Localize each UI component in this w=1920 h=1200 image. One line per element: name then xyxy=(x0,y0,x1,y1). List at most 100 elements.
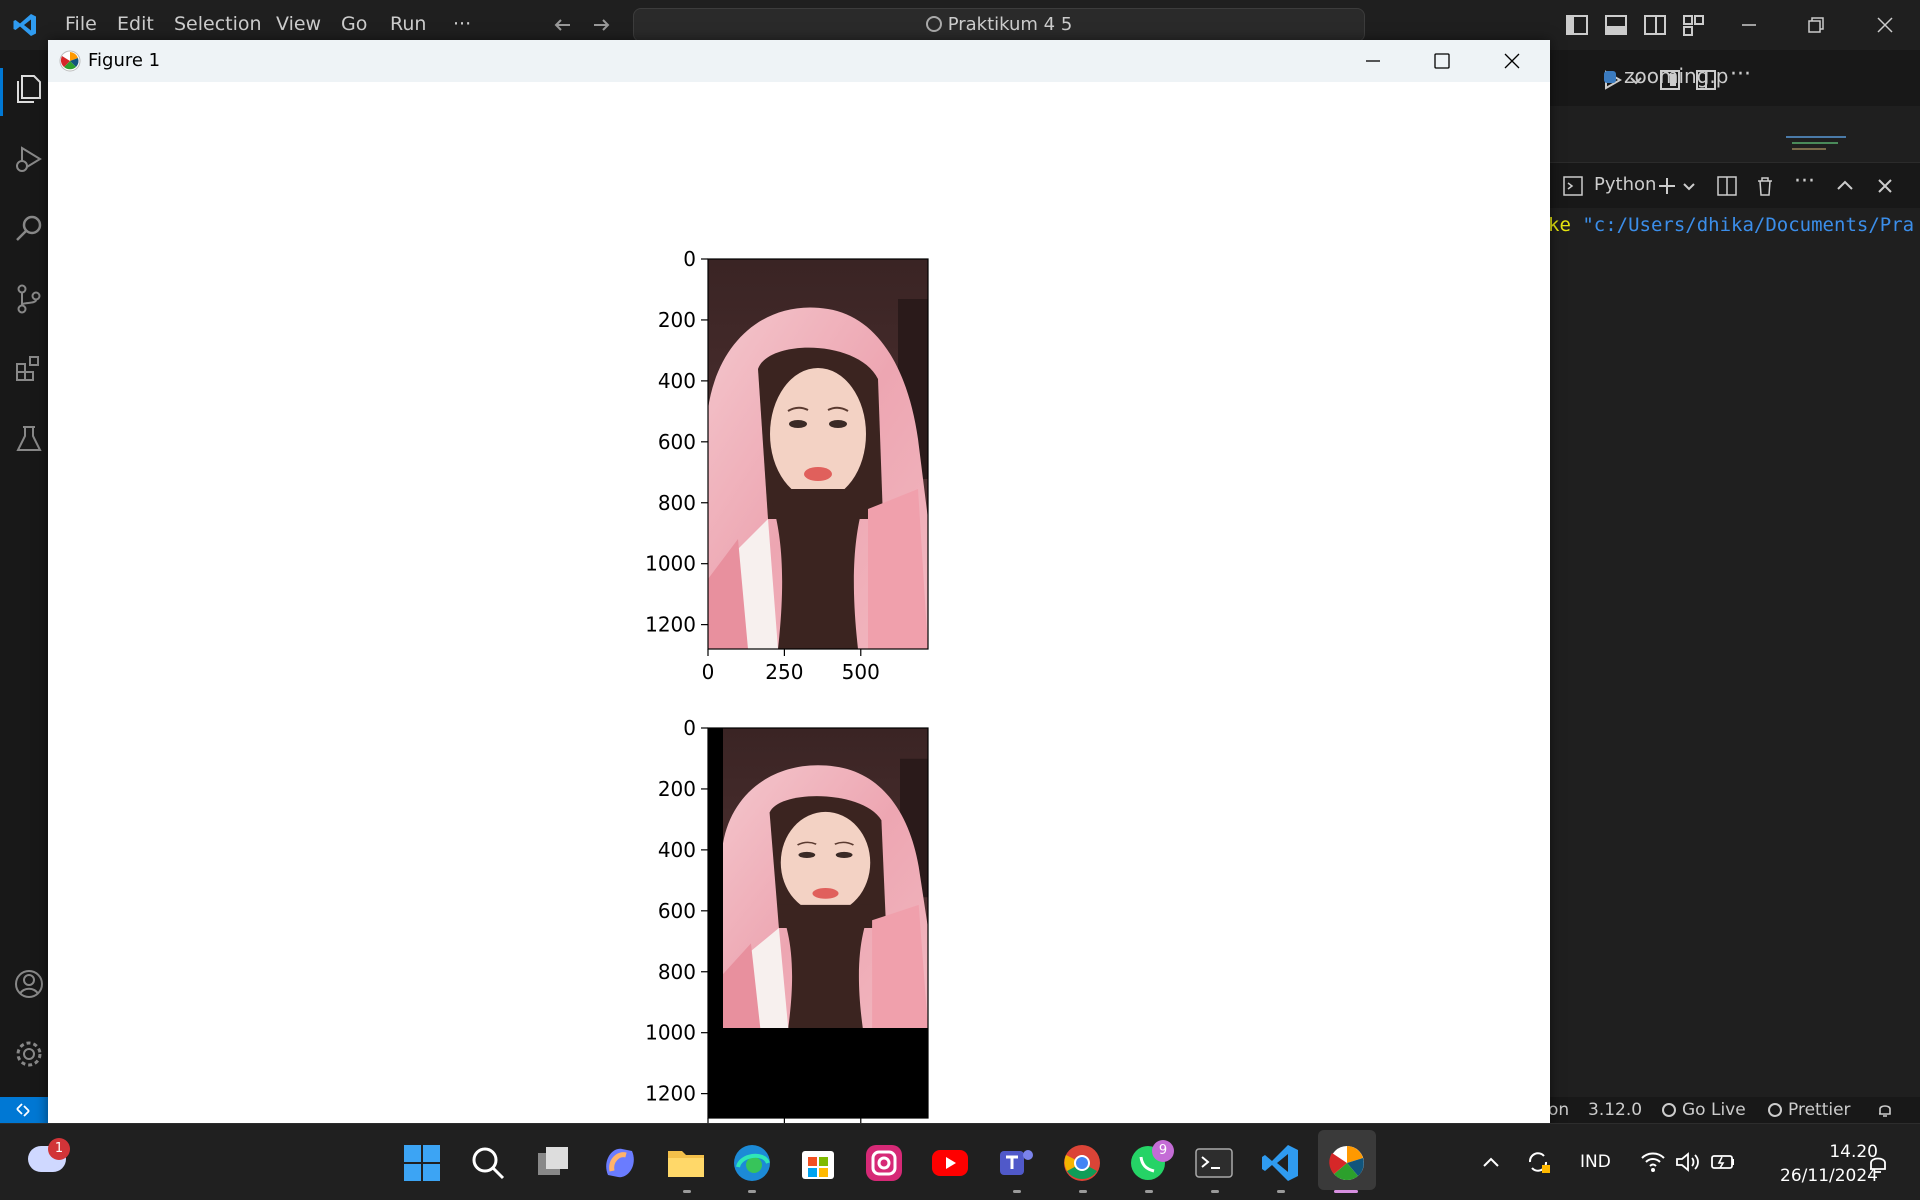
notification-center-bell-icon[interactable] xyxy=(1866,1152,1890,1176)
input-language[interactable]: IND xyxy=(1580,1152,1611,1172)
clock-time[interactable]: 14.20 xyxy=(1760,1142,1878,1162)
y-tick-label: 1200 xyxy=(645,1082,696,1106)
figure-close-icon[interactable] xyxy=(1501,50,1523,72)
teams-icon[interactable] xyxy=(994,1141,1038,1185)
notifications-bell-icon[interactable] xyxy=(1876,1101,1894,1119)
subplot-zoomed: 020040060080010001200 0250500 xyxy=(645,716,929,1130)
toggle-primary-sidebar-icon[interactable] xyxy=(1564,12,1590,38)
tab-zooming-py[interactable]: zooming.p xyxy=(1604,64,1728,88)
menu-run[interactable]: Run xyxy=(390,13,426,35)
terminal-dropdown-icon[interactable] xyxy=(1682,179,1696,193)
y-tick-label: 0 xyxy=(683,247,696,271)
terminal-more-icon[interactable]: ··· xyxy=(1794,169,1815,194)
source-control-icon[interactable] xyxy=(12,282,46,316)
minimap-line xyxy=(1792,148,1826,150)
chrome-icon[interactable] xyxy=(1060,1141,1104,1185)
run-debug-icon[interactable] xyxy=(12,142,46,176)
status-language-fragment[interactable]: on xyxy=(1548,1100,1569,1120)
search-icon xyxy=(925,16,942,32)
taskbar-search-icon[interactable] xyxy=(466,1141,510,1185)
menu-more[interactable]: ··· xyxy=(453,13,471,35)
subplot-original: 0 200 400 600 800 1000 1200 0 250 500 xyxy=(645,247,929,684)
y-tick-label: 800 xyxy=(658,491,696,515)
windows-start-icon[interactable] xyxy=(400,1141,444,1185)
figure-titlebar: Figure 1 xyxy=(48,40,1550,82)
figure-window: Figure 1 0 200 400 600 800 1000 1200 0 2… xyxy=(48,40,1550,1130)
figure-canvas: 0 200 400 600 800 1000 1200 0 250 500 0 200 400 600… xyxy=(645,247,929,1130)
manage-gear-icon[interactable] xyxy=(12,1037,46,1071)
task-view-icon[interactable] xyxy=(532,1141,576,1185)
minimap-line xyxy=(1792,142,1838,144)
testing-flask-icon[interactable] xyxy=(12,422,46,456)
remote-icon xyxy=(16,1103,30,1117)
toggle-secondary-sidebar-icon[interactable] xyxy=(1642,12,1668,38)
figure-maximize-icon[interactable] xyxy=(1431,50,1453,72)
terminal-path: "c:/Users/dhika/Documents/Pra xyxy=(1582,214,1915,236)
status-prettier[interactable]: Prettier xyxy=(1768,1100,1851,1120)
new-terminal-plus-icon[interactable] xyxy=(1656,175,1678,197)
command-center-search[interactable]: Praktikum 4 5 xyxy=(633,8,1365,42)
menu-edit[interactable]: Edit xyxy=(117,13,154,35)
window-restore-icon[interactable] xyxy=(1803,12,1829,38)
edge-browser-icon[interactable] xyxy=(730,1141,774,1185)
python-figure-app-icon[interactable] xyxy=(1325,1141,1369,1185)
remote-indicator-button[interactable] xyxy=(0,1097,48,1123)
figure-minimize-icon[interactable] xyxy=(1362,50,1384,72)
vscode-app-icon[interactable] xyxy=(1258,1141,1302,1185)
toggle-panel-icon[interactable] xyxy=(1603,12,1629,38)
y-tick-label: 0 xyxy=(683,716,696,740)
sync-icon[interactable] xyxy=(1524,1148,1552,1176)
menu-selection[interactable]: Selection xyxy=(174,13,262,35)
search-view-icon[interactable] xyxy=(12,212,46,246)
terminal-name[interactable]: Python xyxy=(1594,174,1656,195)
copilot-icon[interactable] xyxy=(598,1141,642,1185)
show-hidden-icons-chevron-icon[interactable] xyxy=(1480,1152,1502,1174)
status-go-live[interactable]: Go Live xyxy=(1662,1100,1746,1120)
forward-arrow-icon[interactable] xyxy=(588,12,614,38)
clock-date[interactable]: 26/11/2024 xyxy=(1760,1166,1878,1186)
broadcast-icon xyxy=(1662,1103,1676,1117)
youtube-icon[interactable] xyxy=(928,1141,972,1185)
file-explorer-icon[interactable] xyxy=(664,1141,708,1185)
status-python-version[interactable]: 3.12.0 xyxy=(1588,1100,1642,1120)
active-indicator xyxy=(1334,1190,1358,1193)
explorer-icon[interactable] xyxy=(12,72,46,106)
y-tick-label: 1200 xyxy=(645,613,696,637)
y-tick-label: 200 xyxy=(658,308,696,332)
back-arrow-icon[interactable] xyxy=(550,12,576,38)
maximize-panel-icon[interactable] xyxy=(1834,175,1856,197)
y-tick-label: 1000 xyxy=(645,1021,696,1045)
y-tick-group: 0 200 400 600 800 1000 1200 xyxy=(645,247,708,637)
window-minimize-icon[interactable] xyxy=(1736,12,1762,38)
menu-view[interactable]: View xyxy=(276,13,321,35)
tab-file-label: zooming.p xyxy=(1624,64,1729,88)
x-tick-label: 500 xyxy=(842,660,880,684)
battery-charging-icon[interactable] xyxy=(1710,1150,1736,1174)
running-indicator xyxy=(1079,1190,1087,1193)
window-close-icon[interactable] xyxy=(1872,12,1898,38)
terminal-output: ke "c:/Users/dhika/Documents/Pra xyxy=(1548,214,1914,236)
windows-taskbar: 1 9 IND 14.20 26/11/2024 xyxy=(0,1123,1920,1200)
editor-more-actions-icon[interactable]: ··· xyxy=(1730,62,1751,87)
terminal-app-icon[interactable] xyxy=(1192,1141,1236,1185)
zoomed-image xyxy=(723,728,928,1028)
accounts-icon[interactable] xyxy=(12,967,46,1001)
volume-icon[interactable] xyxy=(1674,1150,1700,1174)
y-tick-label: 600 xyxy=(658,899,696,923)
whatsapp-badge: 9 xyxy=(1152,1140,1174,1162)
wifi-icon[interactable] xyxy=(1640,1150,1666,1174)
running-indicator xyxy=(683,1190,691,1193)
menu-go[interactable]: Go xyxy=(341,13,367,35)
menu-file[interactable]: File xyxy=(65,13,97,35)
close-panel-icon[interactable] xyxy=(1874,175,1896,197)
instagram-icon[interactable] xyxy=(862,1141,906,1185)
running-indicator xyxy=(1277,1190,1285,1193)
microsoft-store-icon[interactable] xyxy=(796,1141,840,1185)
activity-bar xyxy=(0,50,48,1097)
customize-layout-icon[interactable] xyxy=(1681,12,1707,38)
extensions-icon[interactable] xyxy=(12,352,46,386)
x-tick-label: 250 xyxy=(765,660,803,684)
kill-terminal-trash-icon[interactable] xyxy=(1754,175,1776,197)
weather-badge: 1 xyxy=(48,1138,70,1160)
split-terminal-icon[interactable] xyxy=(1716,175,1738,197)
